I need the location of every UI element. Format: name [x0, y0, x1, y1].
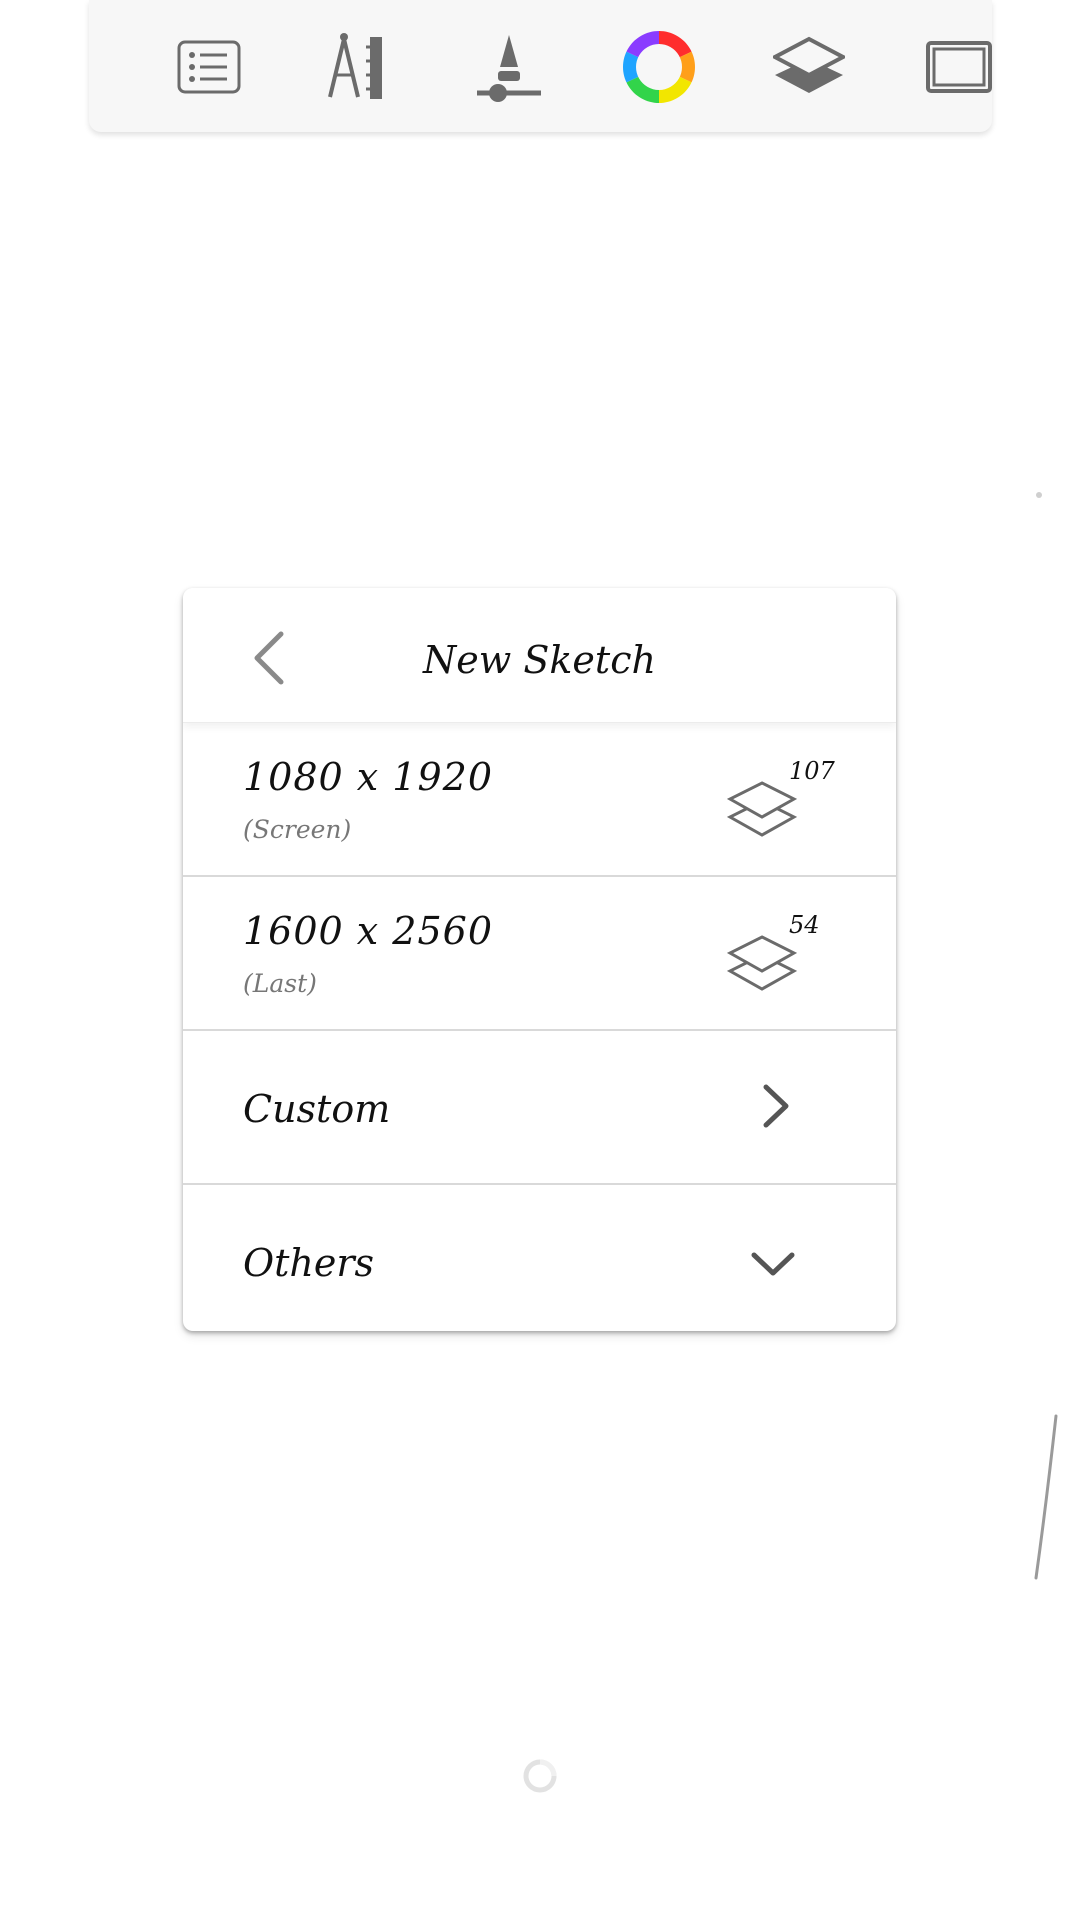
- canvas-frame-button[interactable]: [914, 22, 1004, 112]
- dialog-header: New Sketch: [183, 588, 896, 723]
- size-label: (Last): [243, 969, 317, 998]
- layer-count: 54: [789, 911, 820, 939]
- size-option-last[interactable]: 1600 x 2560 (Last) 54: [183, 877, 896, 1031]
- chevron-down-icon: [748, 1247, 798, 1285]
- compass-ruler-icon: [324, 31, 394, 103]
- brush-size-icon: [474, 31, 544, 103]
- loading-spinner-icon: [523, 1759, 557, 1793]
- canvas-stroke: [1034, 1414, 1058, 1580]
- color-wheel-icon: [621, 29, 697, 105]
- new-sketch-dialog: New Sketch 1080 x 1920 (Screen) 107 1600…: [183, 588, 896, 1331]
- layers-icon: [726, 777, 798, 845]
- ruler-compass-button[interactable]: [314, 22, 404, 112]
- dialog-title: New Sketch: [423, 638, 656, 682]
- color-wheel-button[interactable]: [614, 22, 704, 112]
- list-button[interactable]: [164, 22, 254, 112]
- top-toolbar: [89, 0, 992, 132]
- layer-count: 107: [789, 757, 835, 785]
- size-label: (Screen): [243, 815, 352, 844]
- layers-icon: [726, 931, 798, 999]
- canvas-frame-icon: [925, 40, 993, 94]
- custom-label: Custom: [243, 1087, 391, 1131]
- brush-size-button[interactable]: [464, 22, 554, 112]
- layers-button[interactable]: [764, 22, 854, 112]
- others-option[interactable]: Others: [183, 1185, 896, 1331]
- chevron-right-icon: [758, 1081, 794, 1135]
- custom-size-option[interactable]: Custom: [183, 1031, 896, 1185]
- size-option-screen[interactable]: 1080 x 1920 (Screen) 107: [183, 723, 896, 877]
- canvas-stroke-dot: [1036, 492, 1042, 498]
- layers-icon: [773, 35, 845, 99]
- list-icon: [177, 40, 241, 94]
- size-value: 1080 x 1920: [243, 755, 494, 799]
- others-label: Others: [243, 1241, 375, 1285]
- size-value: 1600 x 2560: [243, 909, 494, 953]
